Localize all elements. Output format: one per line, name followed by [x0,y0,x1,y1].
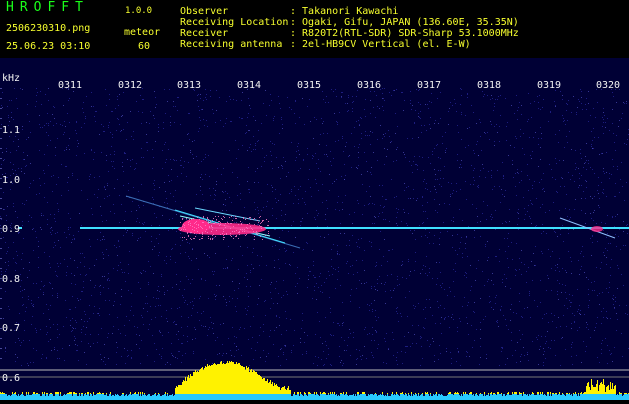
meteor-count: 60 [138,41,151,52]
y-tick-label: 0.9 [2,224,21,235]
antenna-value: : 2el-HB9CV Vertical (el. E-W) [290,39,471,50]
axis-edge-mark [0,108,2,109]
x-tick-label: 0311 [58,80,83,91]
location-value: : Ogaki, Gifu, JAPAN (136.60E, 35.35N) [290,17,519,28]
x-tick-label: 0316 [357,80,382,91]
y-tick-label: 0.8 [2,274,21,285]
meteor-echo [591,226,603,232]
axis-edge-mark [0,248,2,249]
axis-edge-mark [0,98,2,99]
axis-edge-mark [0,318,2,319]
axis-edge-mark [0,188,2,189]
app-name: HROFFT [6,0,89,15]
x-tick-label: 0313 [177,80,202,91]
x-tick-label: 0315 [297,80,322,91]
axis-edge-mark [0,138,2,139]
axis-edge-mark [0,158,2,159]
axis-edge-mark [0,168,2,169]
y-unit-label: kHz [2,73,21,84]
x-tick-label: 0317 [417,80,442,91]
axis-edge-mark [0,198,2,199]
y-tick-label: 0.6 [2,373,21,384]
axis-edge-mark [0,218,2,219]
axis-edge-mark [0,118,2,119]
y-tick-label: 1.1 [2,125,21,136]
meteor-label: meteor [124,27,161,38]
x-tick-label: 0319 [537,80,562,91]
axis-edge-mark [0,358,2,359]
axis-edge-mark [0,148,2,149]
y-tick-label: 1.0 [2,175,21,186]
axis-edge-mark [0,298,2,299]
observer-label: Observer [180,6,229,17]
y-tick-label: 0.7 [2,323,21,334]
app-version: 1.0.0 [125,6,153,16]
timestamp: 25.06.23 03:10 [6,41,91,52]
axis-edge-mark [0,238,2,239]
antenna-label: Receiving antenna [180,39,283,50]
axis-edge-mark [0,258,2,259]
x-tick-label: 0312 [118,80,143,91]
axis-edge-mark [0,348,2,349]
axis-edge-mark [0,88,2,89]
receiver-value: : R820T2(RTL-SDR) SDR-Sharp 53.1000MHz [290,28,519,39]
axis-edge-mark [0,268,2,269]
receiver-label: Receiver [180,28,229,39]
spectrogram-panel [0,58,629,400]
x-tick-label: 0318 [477,80,502,91]
file-name: 2506230310.png [6,23,91,34]
x-tick-label: 0320 [596,80,621,91]
x-tick-label: 0314 [237,80,262,91]
axis-edge-mark [0,208,2,209]
header-panel: HROFFT 1.0.0 2506230310.png 25.06.23 03:… [0,0,629,58]
location-label: Receiving Location [180,17,289,28]
spectrogram [0,58,629,400]
observer-value: : Takanori Kawachi [290,6,399,17]
axis-edge-mark [0,308,2,309]
axis-edge-mark [0,338,2,339]
axis-edge-mark [0,288,2,289]
